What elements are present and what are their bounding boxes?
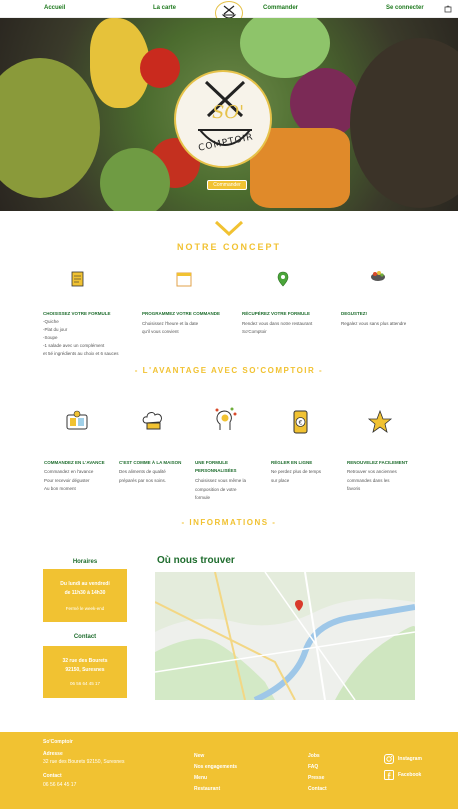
footer-facebook-label[interactable]: Facebook (398, 772, 421, 778)
advantage-4-text: Ne perdez plus de temps sur place (271, 469, 322, 483)
chevron-down-icon (214, 220, 244, 236)
footer-brand: So'Comptoir (43, 739, 73, 745)
advantage-2-title: C'EST COMME À LA MAISON (119, 460, 182, 465)
footer-link-faq[interactable]: FAQ (308, 764, 318, 770)
top-nav: Accueil La carte Commander Se connecter (0, 0, 458, 25)
hours-box: Du lundi au vendredi de 11h30 à 14h30 Fe… (43, 569, 127, 622)
footer-address-label: Adresse (43, 751, 63, 757)
footer-contact-value: 06 56 64 45 17 (43, 782, 77, 788)
advantage-5-text: Retrouver vos anciennes commandes dans l… (347, 469, 397, 491)
advantage-3-text: Choisissez vous même la composition de v… (195, 478, 247, 500)
concept-1-title: CHOISISSEZ VOTRE FORMULE (43, 311, 111, 316)
chef-hat-icon (142, 412, 162, 430)
euro-phone-icon: € (293, 410, 308, 434)
advantage-2-text: Des aliments de qualité préparés par nos… (119, 469, 167, 483)
hours-closed: Fermé le week-end (65, 606, 105, 611)
svg-text:€: € (299, 420, 303, 427)
cart-icon[interactable] (444, 5, 452, 13)
footer: So'Comptoir Adresse 32 rue des Bourets 9… (0, 732, 458, 809)
footer-instagram-label[interactable]: Instagram (398, 756, 422, 762)
nav-link-la-carte[interactable]: La carte (153, 5, 176, 11)
hero-logo-text-so: SO' (212, 102, 245, 123)
hours-line-1: Du lundi au vendredi (60, 581, 110, 587)
footer-link-engagements[interactable]: Nos engagements (194, 764, 237, 770)
concept-3-title: RÉCUPÉREZ VOTRE FORMULE (242, 311, 311, 316)
concept-3-text: Rendez vous dans notre restaurant So'Com… (242, 321, 313, 334)
hero-logo: SO' COMPTOIR (174, 70, 272, 168)
advantage-1-title: COMMANDEZ EN L'AVANCE (44, 460, 105, 465)
instagram-icon[interactable] (384, 754, 394, 764)
hero-plate-edge (350, 38, 458, 208)
hours-line-2: de 11h30 à 14h30 (64, 590, 106, 596)
hero-commander-button[interactable]: Commander (207, 180, 247, 190)
food-bowl-icon (371, 271, 385, 281)
concept-4-text: Regalez vous sans plus attendre (341, 321, 407, 326)
contact-box: 32 rue des Bourets 92150, Suresnes 06 56… (43, 646, 127, 698)
concept-2-title: PROGRAMMEZ VOTRE COMMANDE (142, 311, 220, 316)
advantage-5-title: RENOUVELEZ FACILEMENT (347, 460, 408, 465)
concept-1-text: -Quiche -Plat du jour -Soupe -1 salade a… (43, 319, 119, 356)
map-title: Où nous trouver (157, 555, 235, 566)
hero-avocado (100, 148, 170, 211)
footer-contact-label: Contact (43, 773, 62, 779)
concept-title: NOTRE CONCEPT (176, 242, 281, 252)
footer-link-restaurant[interactable]: Restaurant (194, 786, 220, 792)
concept-4-title: DEGUSTEZ! (341, 311, 368, 316)
concept-2-text: Choisissez l'heure et la date qu'il vous… (142, 321, 199, 334)
contact-address-1: 32 rue des Bourets (62, 658, 108, 664)
nav-link-commander[interactable]: Commander (263, 5, 298, 11)
location-map[interactable] (155, 572, 415, 700)
hero-veg-left (0, 58, 100, 198)
footer-link-jobs[interactable]: Jobs (308, 753, 320, 759)
phone-order-icon (66, 410, 88, 430)
advantage-3-title: UNE FORMULE PERSONNALISÉES (195, 460, 237, 473)
advantage-1-text: Commandez en l'avance Pour recevoir dégu… (44, 469, 94, 491)
contact-phone[interactable]: 06 56 64 45 17 (43, 680, 127, 689)
contact-address-2: 92150, Suresnes (65, 666, 105, 673)
hours-heading: Horaires (72, 559, 98, 565)
footer-link-new[interactable]: New (194, 753, 204, 759)
informations-title: - INFORMATIONS - (181, 518, 277, 527)
footer-link-contact[interactable]: Contact (308, 786, 327, 792)
menu-card-icon (71, 271, 84, 287)
map-marker-icon (295, 600, 303, 611)
star-icon (367, 409, 393, 433)
idea-head-icon (215, 407, 237, 430)
calendar-icon (176, 272, 192, 287)
contact-heading: Contact (73, 634, 97, 640)
advantage-title: - L'AVANTAGE AVEC SO'COMPTOIR - (134, 366, 324, 375)
hero-tomato (140, 48, 180, 88)
advantage-4-title: RÉGLER EN LIGNE (271, 460, 313, 465)
footer-address-value: 32 rue des Bourets 92150, Suresnes (43, 759, 125, 765)
footer-link-menu[interactable]: Menu (194, 775, 207, 781)
footer-link-presse[interactable]: Presse (308, 775, 324, 781)
nav-link-accueil[interactable]: Accueil (44, 5, 65, 11)
facebook-icon[interactable] (384, 770, 394, 780)
nav-link-se-connecter[interactable]: Se connecter (386, 5, 424, 11)
map-pin-icon (277, 271, 289, 287)
hero-banner: SO' COMPTOIR Commander (0, 18, 458, 211)
